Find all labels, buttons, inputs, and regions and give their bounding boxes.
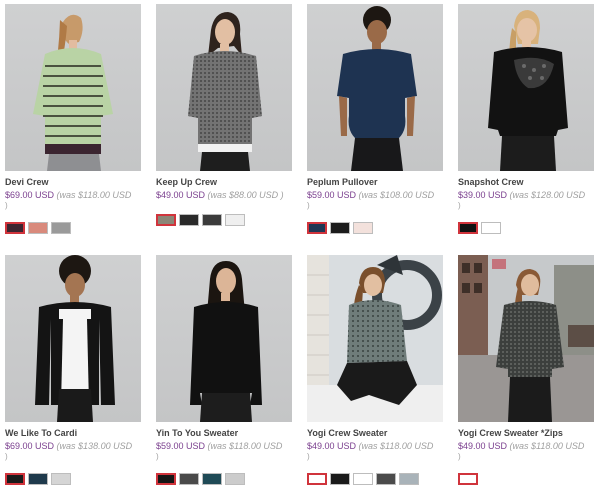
original-price: (was $88.00 USD ) [207,190,284,200]
product-name[interactable]: Devi Crew [5,177,49,187]
model-figure [488,10,568,171]
product-image[interactable] [5,4,141,171]
color-swatch[interactable] [225,473,245,485]
product-image[interactable] [156,4,292,171]
price-line: $69.00 USD (was $118.00 USD [5,190,131,200]
color-swatch[interactable] [202,473,222,485]
color-swatch[interactable] [225,214,245,226]
color-swatch[interactable] [179,473,199,485]
sale-price: $59.00 USD [156,441,206,451]
original-price: (was $118.00 USD [358,441,434,451]
model-figure [458,255,594,422]
product-image[interactable] [458,4,594,171]
original-price: (was $108.00 USD [358,190,435,200]
original-price: (was $128.00 USD [509,190,586,200]
model-figure [337,6,417,171]
model-figure [307,255,443,422]
color-swatch[interactable] [376,473,396,485]
product-grid: Devi Crew $69.00 USD (was $118.00 USD ) [0,0,600,494]
product-name[interactable]: Yin To You Sweater [156,428,238,438]
color-swatch[interactable] [330,473,350,485]
model-figure [33,14,113,171]
color-swatch[interactable] [28,473,48,485]
color-swatch[interactable] [307,473,327,485]
color-swatch[interactable] [330,222,350,234]
sale-price: $69.00 USD [5,441,55,451]
product-image[interactable] [307,255,443,422]
color-swatch[interactable] [353,473,373,485]
product-name[interactable]: Yogi Crew Sweater [307,428,387,438]
original-price-close: ) [458,201,461,210]
original-price-close: ) [307,452,310,461]
model-figure [188,12,262,171]
product-name[interactable]: We Like To Cardi [5,428,77,438]
price-line: $49.00 USD (was $118.00 USD [307,441,433,451]
product-image[interactable] [5,255,141,422]
color-swatch[interactable] [51,473,71,485]
product-image[interactable] [156,255,292,422]
price-line: $59.00 USD (was $108.00 USD [307,190,434,200]
sale-price: $69.00 USD [5,190,55,200]
color-swatch[interactable] [51,222,71,234]
original-price-close: ) [307,201,310,210]
original-price: (was $138.00 USD [56,441,133,451]
model-figure [190,261,262,422]
price-line: $69.00 USD (was $138.00 USD [5,441,132,451]
product-name[interactable]: Snapshot Crew [458,177,524,187]
original-price: (was $118.00 USD [207,441,283,451]
price-line: $49.00 USD (was $118.00 USD [458,441,584,451]
color-swatch[interactable] [5,473,25,485]
color-swatch[interactable] [399,473,419,485]
product-image[interactable] [458,255,594,422]
price-line: $59.00 USD (was $118.00 USD [156,441,282,451]
color-swatch[interactable] [28,222,48,234]
product-name[interactable]: Yogi Crew Sweater *Zips [458,428,563,438]
sale-price: $39.00 USD [458,190,508,200]
color-swatch[interactable] [202,214,222,226]
original-price-close: ) [5,201,8,210]
price-line: $39.00 USD (was $128.00 USD [458,190,585,200]
color-swatch[interactable] [179,214,199,226]
color-swatch[interactable] [458,222,478,234]
sale-price: $49.00 USD [156,190,206,200]
product-name[interactable]: Keep Up Crew [156,177,217,187]
color-swatch[interactable] [481,222,501,234]
original-price: (was $118.00 USD [509,441,585,451]
model-figure [35,255,115,422]
color-swatch[interactable] [156,473,176,485]
original-price-close: ) [458,452,461,461]
color-swatch[interactable] [307,222,327,234]
original-price: (was $118.00 USD [56,190,132,200]
color-swatch[interactable] [156,214,176,226]
color-swatch[interactable] [5,222,25,234]
original-price-close: ) [5,452,8,461]
color-swatch[interactable] [353,222,373,234]
sale-price: $49.00 USD [307,441,357,451]
product-name[interactable]: Peplum Pullover [307,177,378,187]
product-image[interactable] [307,4,443,171]
sale-price: $49.00 USD [458,441,508,451]
sale-price: $59.00 USD [307,190,357,200]
original-price-close: ) [156,452,159,461]
color-swatch[interactable] [458,473,478,485]
price-line: $49.00 USD (was $88.00 USD ) [156,190,284,200]
